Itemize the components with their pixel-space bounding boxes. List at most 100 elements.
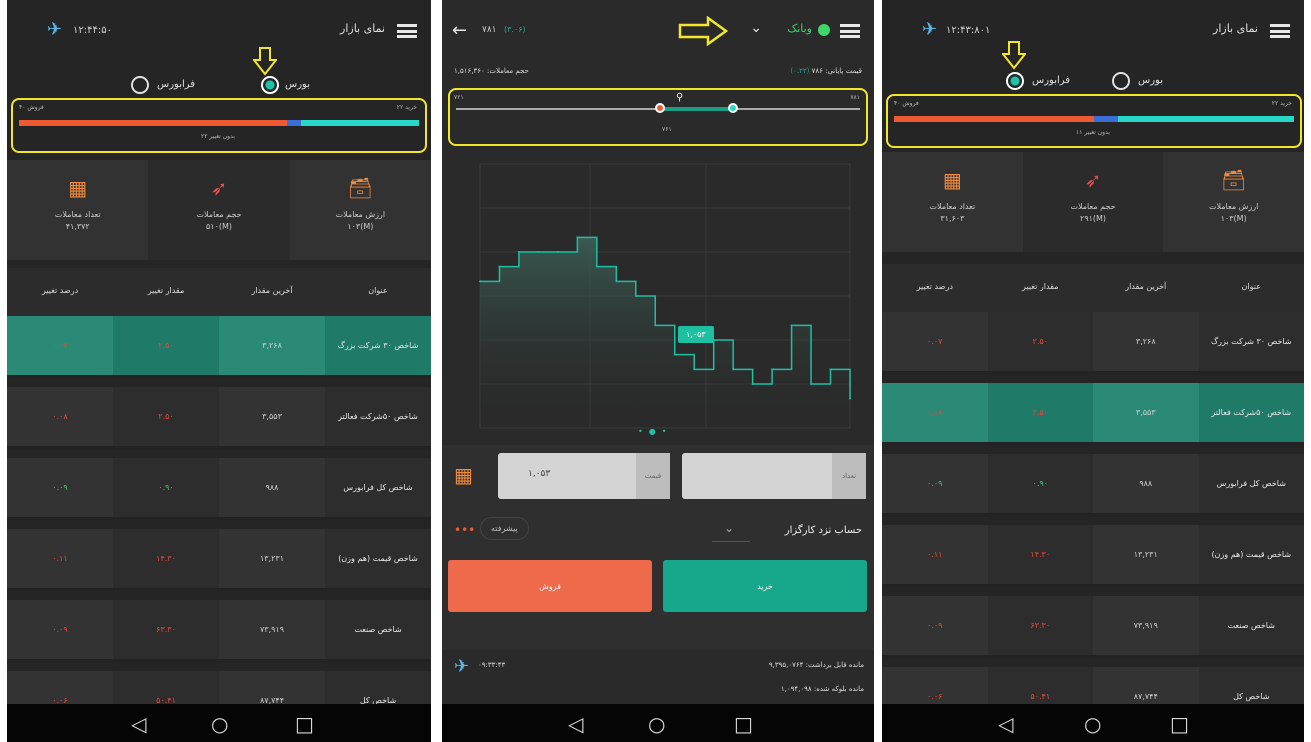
- table-row[interactable]: شاخص ۵۰شرکت فعالتر ۳,۵۵۳ ۲.۵۰ ۰.۰۸: [882, 383, 1304, 445]
- table-row[interactable]: شاخص صنعت ۷۳,۹۱۹ ۶۳.۳۰ ۰.۰۹: [7, 600, 431, 662]
- sell-bar: [894, 116, 1094, 122]
- row-change: ۶۳.۳۰: [156, 625, 176, 634]
- final-price-change: (۰.۲۲): [790, 67, 810, 75]
- row-change: ۲.۵۰: [1032, 408, 1048, 417]
- row-change: ۱۴.۳۰: [156, 554, 176, 563]
- buy-bar: [1118, 116, 1294, 122]
- chevron-down-icon[interactable]: ⌄: [750, 20, 762, 36]
- back-arrow-icon[interactable]: ←: [452, 20, 467, 41]
- price-input[interactable]: قیمت ۱,۰۵۳: [498, 453, 670, 499]
- row-title: شاخص صنعت: [354, 625, 402, 634]
- price-tag: ۱,۰۵۳: [678, 326, 714, 343]
- stat-count: ▦ تعداد معاملات ۴۱,۳۷۲: [7, 160, 149, 260]
- stat-number: ۳۱,۶۰۳: [940, 214, 965, 223]
- row-title: شاخص قیمت (هم وزن): [338, 554, 418, 563]
- row-title: شاخص صنعت: [1227, 621, 1275, 630]
- table-row[interactable]: شاخص کل فرابورس ۹۸۸ ۰.۹۰ ۰.۰۹: [7, 458, 431, 520]
- row-last: ۷۳,۹۱۹: [219, 600, 325, 659]
- col-percent: درصد تغییر: [916, 282, 953, 291]
- footer-time: ۰۹:۳۳:۴۳: [478, 661, 506, 669]
- row-percent: ۰.۱۱: [882, 525, 988, 584]
- radio-farabourse-label: فرابورس: [1032, 75, 1071, 86]
- back-icon[interactable]: ◁: [131, 712, 146, 736]
- radio-farabourse[interactable]: [131, 76, 149, 94]
- quantity-input[interactable]: تعداد: [682, 453, 866, 499]
- calculator-icon: ▦: [68, 176, 88, 200]
- table-row[interactable]: شاخص کل فرابورس ۹۸۸ ۰.۹۰ ۰.۰۹: [882, 454, 1304, 516]
- menu-icon[interactable]: [840, 24, 860, 38]
- buy-sell-bar-highlight: فروش ۴۰ خرید ۲۲ بدون تغییر ۱۱: [886, 94, 1302, 148]
- menu-icon[interactable]: [1270, 24, 1290, 38]
- plug-icon: ✈: [47, 19, 63, 40]
- stat-number: ۱۰۳(M): [347, 222, 374, 231]
- home-icon[interactable]: ○: [1084, 712, 1101, 736]
- stat-number: ۴۱,۳۷۲: [65, 222, 90, 231]
- advanced-button[interactable]: پیشرفته: [480, 517, 529, 540]
- sell-button[interactable]: فروش: [448, 560, 652, 612]
- market-panel-bourse: نمای بازار ✈ ۱۲:۴۴:۵۰ بورس فرابورس فروش …: [7, 0, 431, 742]
- table-row[interactable]: شاخص ۳۰ شرکت بزرگ ۳,۲۶۸ ۲.۵۰ ۰.۰۷: [882, 312, 1304, 374]
- price-range-highlight: ۷۲۱ ۷۸۱ ⚲ ۷۶۱: [448, 88, 868, 146]
- table-row[interactable]: شاخص ۵۰شرکت فعالتر ۳,۵۵۳ ۲.۵۰ ۰.۰۸: [7, 387, 431, 449]
- stat-volume: ➶ حجم معاملات ۵۱۰(M): [148, 160, 290, 260]
- account-dropdown-icon[interactable]: ⌄: [724, 521, 734, 535]
- col-change: مقدار تغییر: [147, 286, 185, 295]
- row-title: شاخص ۵۰شرکت فعالتر: [1211, 408, 1292, 417]
- row-change: ۰.۹۰: [1032, 479, 1048, 488]
- market-selector: بورس فرابورس: [7, 76, 431, 96]
- account-label: حساب نزد کارگزار: [784, 525, 862, 536]
- header-change: (۳.۰۶): [504, 25, 526, 34]
- stat-label: تعداد معاملات: [54, 210, 101, 219]
- quantity-input-label: تعداد: [832, 453, 866, 499]
- row-percent: ۰.۰۷: [882, 312, 988, 371]
- home-icon[interactable]: ○: [211, 712, 228, 736]
- range-max-handle[interactable]: [728, 103, 738, 113]
- final-price-value: ۷۸۶: [811, 67, 823, 75]
- radio-bourse[interactable]: [261, 76, 279, 94]
- balance-label: مانده قابل برداشت:: [805, 661, 864, 669]
- final-price-label: قیمت پایانی: [827, 67, 862, 75]
- buy-sell-bar-highlight: فروش ۴۰ خرید ۲۲ بدون تغییر ۲۲: [11, 98, 427, 153]
- recents-icon[interactable]: □: [1170, 712, 1189, 736]
- account-underline: [712, 541, 750, 542]
- row-last: ۳,۵۵۳: [1093, 383, 1199, 442]
- radio-bourse-label: بورس: [285, 79, 310, 90]
- stat-label: حجم معاملات: [1070, 202, 1116, 211]
- row-percent: ۰.۰۹: [882, 454, 988, 513]
- recents-icon[interactable]: □: [295, 712, 314, 736]
- radio-bourse[interactable]: [1112, 72, 1130, 90]
- row-last: ۹۸۸: [1093, 454, 1199, 513]
- range-min-handle[interactable]: [655, 103, 665, 113]
- table-row[interactable]: شاخص ۳۰ شرکت بزرگ ۳,۲۶۸ ۲.۵۰ ۰.۰۷: [7, 316, 431, 378]
- more-icon[interactable]: •••: [454, 523, 475, 537]
- back-icon[interactable]: ◁: [568, 712, 583, 736]
- map-pin-icon: ⚲: [676, 92, 684, 103]
- stat-value: 🗃 ارزش معاملات ۱۰۳(M): [1163, 152, 1304, 252]
- volume: حجم معاملات: ۱,۵۱۶,۳۶۰: [454, 67, 529, 75]
- row-change: ۲.۵۰: [158, 341, 174, 350]
- trade-panel: وبانک ⌄ ← ۷۸۱ (۳.۰۶) قیمت پایانی: ۷۸۶ (۰…: [442, 0, 874, 742]
- table-row[interactable]: شاخص صنعت ۷۳,۹۱۹ ۶۳.۳۰ ۰.۰۹: [882, 596, 1304, 658]
- table-row[interactable]: شاخص قیمت (هم وزن) ۱۳,۲۳۱ ۱۴.۳۰ ۰.۱۱: [7, 529, 431, 591]
- unchanged-label: بدون تغییر ۱۱: [1076, 129, 1110, 136]
- back-icon[interactable]: ◁: [998, 712, 1013, 736]
- table-row[interactable]: شاخص قیمت (هم وزن) ۱۳,۲۳۱ ۱۴.۳۰ ۰.۱۱: [882, 525, 1304, 587]
- radio-farabourse[interactable]: [1006, 72, 1024, 90]
- menu-icon[interactable]: [397, 24, 417, 38]
- row-change: ۲.۵۰: [158, 412, 174, 421]
- highlight-arrow-icon: [253, 47, 277, 76]
- sell-bar: [19, 120, 287, 126]
- range-fill: [662, 107, 732, 111]
- recents-icon[interactable]: □: [734, 712, 753, 736]
- home-icon[interactable]: ○: [648, 712, 665, 736]
- stat-number: ۲۹۱(M): [1080, 214, 1107, 223]
- buy-button[interactable]: خرید: [663, 560, 867, 612]
- coins-icon: 🗃: [347, 176, 374, 200]
- chart-area-fill: [480, 237, 850, 428]
- range-mid: ۷۶۱: [662, 126, 672, 133]
- stats-row: 🗃 ارزش معاملات ۱۰۳(M) ➶ حجم معاملات ۲۹۱(…: [882, 152, 1304, 252]
- volume-value: ۱,۵۱۶,۳۶۰: [454, 67, 485, 75]
- calculator-icon[interactable]: ▦: [454, 463, 473, 487]
- highlight-arrow-icon: [1002, 41, 1026, 70]
- page-dots[interactable]: •●•: [638, 427, 672, 436]
